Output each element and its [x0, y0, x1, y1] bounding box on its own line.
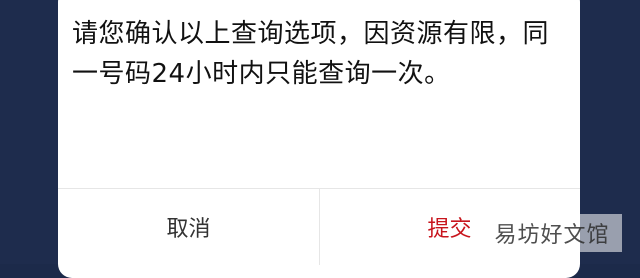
watermark: 易坊好文馆	[482, 214, 622, 252]
dialog-message: 请您确认以上查询选项，因资源有限，同一号码24小时内只能查询一次。	[72, 19, 550, 89]
cancel-button[interactable]: 取消	[58, 189, 320, 265]
